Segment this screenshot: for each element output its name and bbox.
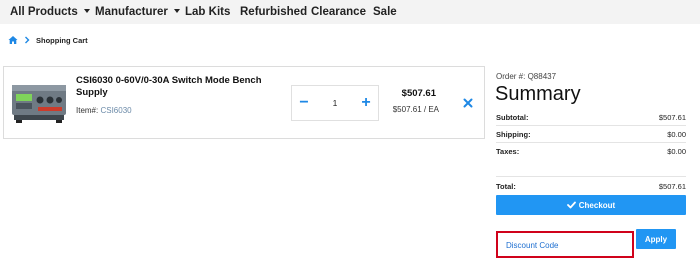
discount-field-wrapper xyxy=(496,231,634,258)
total-value: $507.61 xyxy=(658,182,686,191)
nav-clearance[interactable]: Clearance xyxy=(311,0,366,24)
chevron-right-icon xyxy=(25,36,30,44)
nav-sale[interactable]: Sale xyxy=(373,0,397,24)
nav-refurbished[interactable]: Refurbished xyxy=(240,0,307,24)
decrease-quantity-button[interactable]: − xyxy=(292,86,316,120)
divider xyxy=(496,142,686,143)
breadcrumb: Shopping Cart xyxy=(8,34,88,46)
checkmark-icon xyxy=(566,201,576,209)
item-label: Item#: xyxy=(76,106,99,115)
quantity-value[interactable]: 1 xyxy=(316,86,354,120)
order-number: Order #: Q88437 xyxy=(496,72,557,81)
apply-button[interactable]: Apply xyxy=(636,229,676,249)
checkout-button[interactable]: Checkout xyxy=(496,195,686,215)
shipping-value: $0.00 xyxy=(667,130,686,139)
divider xyxy=(496,176,686,177)
subtotal-label: Subtotal: xyxy=(496,113,529,122)
chevron-down-icon xyxy=(83,8,90,13)
divider xyxy=(496,125,686,126)
remove-item-icon[interactable] xyxy=(463,98,473,108)
product-item-number: Item#: CSI6030 xyxy=(76,106,132,115)
shipping-label: Shipping: xyxy=(496,130,531,139)
item-sku: CSI6030 xyxy=(100,106,132,115)
nav-all-products[interactable]: All Products xyxy=(10,0,90,24)
summary-title: Summary xyxy=(495,83,581,105)
checkout-label: Checkout xyxy=(578,200,616,210)
line-price: $507.61 xyxy=(401,88,436,99)
nav-manufacturer[interactable]: Manufacturer xyxy=(95,0,180,24)
breadcrumb-current: Shopping Cart xyxy=(36,35,88,45)
subtotal-value: $507.61 xyxy=(658,113,686,122)
total-label: Total: xyxy=(496,182,516,191)
unit-price: $507.61 / EA xyxy=(392,105,439,114)
taxes-label: Taxes: xyxy=(496,147,520,156)
quantity-stepper: − 1 + xyxy=(291,85,379,121)
chevron-down-icon xyxy=(173,8,180,13)
cart-item-card: CSI6030 0-60V/0-30A Switch Mode Bench Su… xyxy=(3,66,485,139)
home-icon[interactable] xyxy=(8,35,18,45)
top-navigation: All Products Manufacturer Lab Kits Refur… xyxy=(0,0,700,24)
nav-manufacturer-label: Manufacturer xyxy=(95,6,168,18)
product-image[interactable] xyxy=(10,81,68,125)
discount-code-input[interactable] xyxy=(506,241,624,250)
taxes-value: $0.00 xyxy=(667,147,686,156)
product-name[interactable]: CSI6030 0-60V/0-30A Switch Mode Bench Su… xyxy=(76,75,276,99)
nav-all-products-label: All Products xyxy=(10,6,78,18)
increase-quantity-button[interactable]: + xyxy=(354,86,378,120)
nav-lab-kits[interactable]: Lab Kits xyxy=(185,0,230,24)
